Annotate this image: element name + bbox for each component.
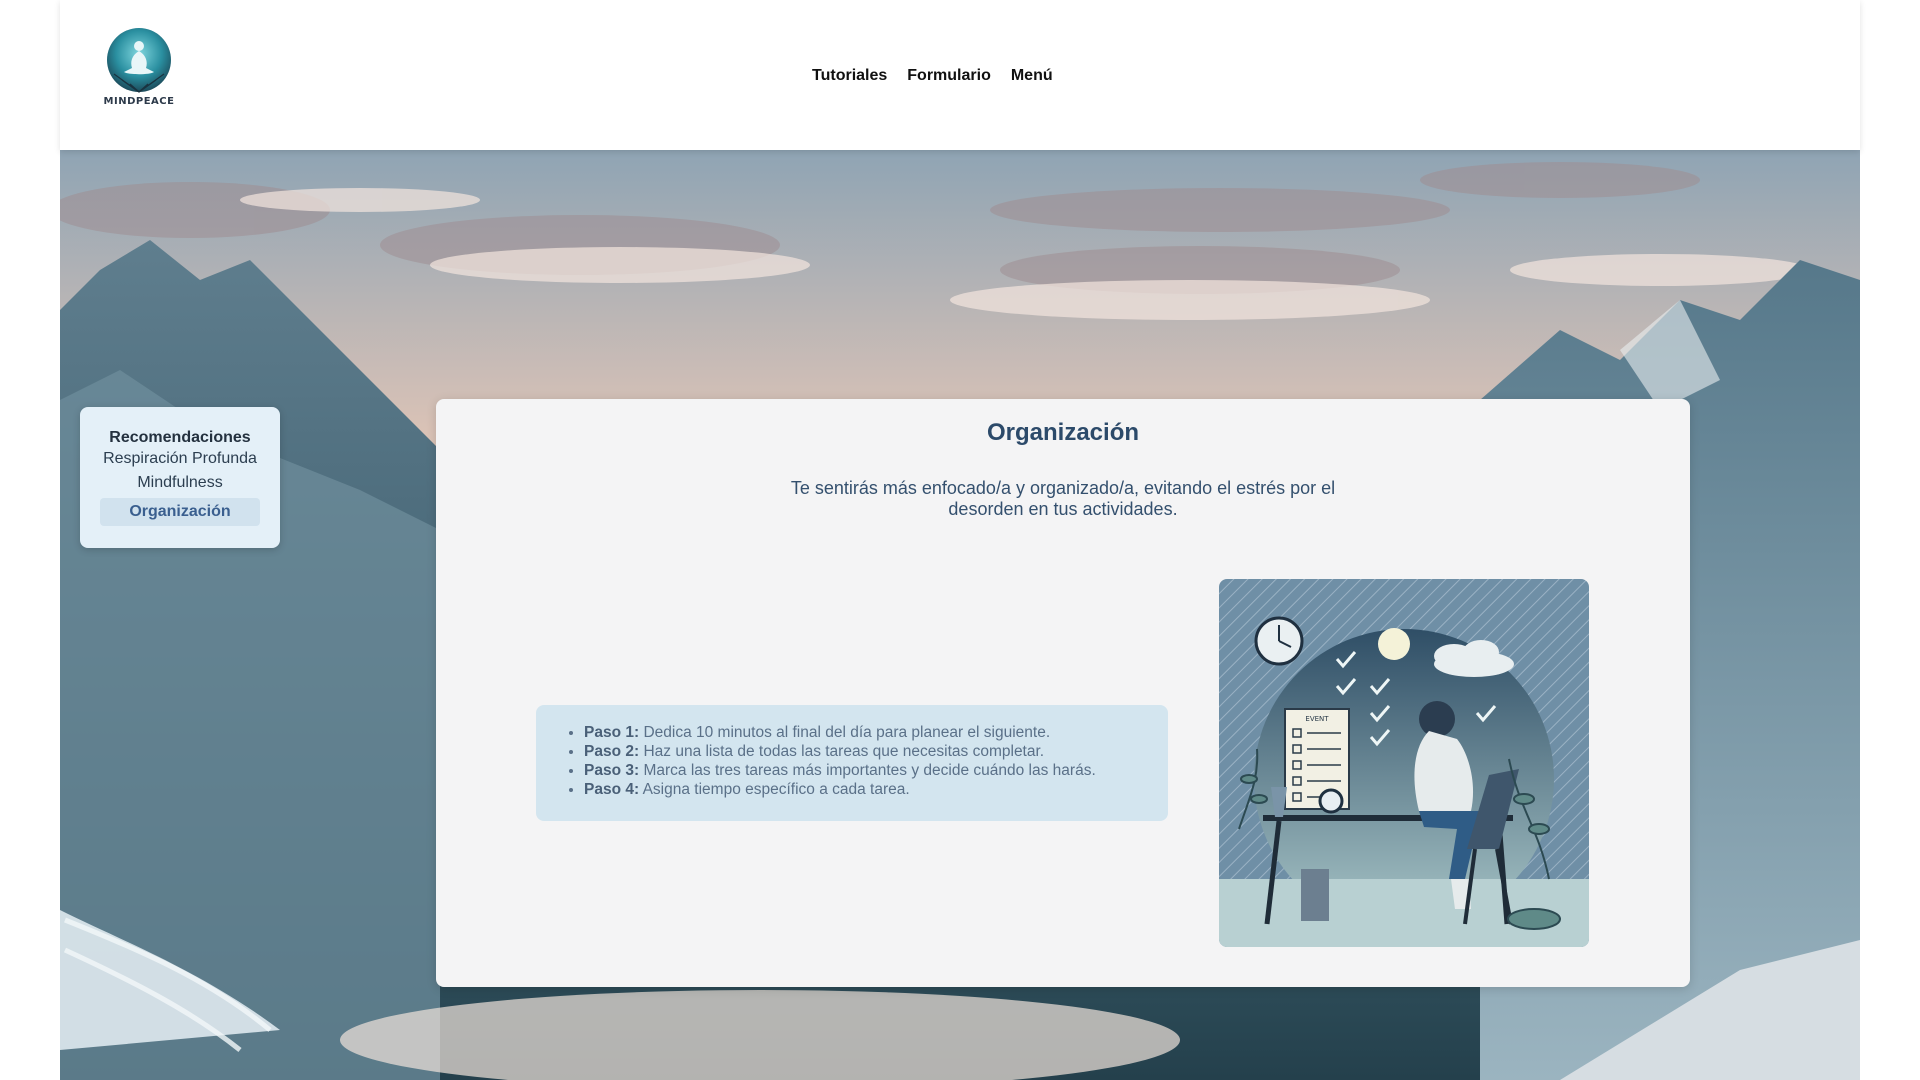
step-label: Paso 2: (584, 743, 640, 760)
content-card: Organización Te sentirás más enfocado/a … (436, 399, 1690, 987)
sidebar-item-mindfulness[interactable]: Mindfulness (80, 471, 280, 495)
nav-formulario[interactable]: Formulario (907, 67, 991, 85)
step-text: Marca las tres tareas más importantes y … (643, 762, 1096, 779)
main-nav: Tutoriales Formulario Menú (812, 67, 1053, 85)
steps-list: Paso 1: Dedica 10 minutos al final del d… (584, 723, 1168, 799)
step-label: Paso 3: (584, 762, 640, 779)
nav-menu[interactable]: Menú (1011, 67, 1053, 85)
site-header: MINDPEACE Tutoriales Formulario Menú (60, 0, 1860, 150)
board-heading: EVENT (1305, 715, 1329, 723)
step-text: Dedica 10 minutos al final del día para … (643, 724, 1051, 741)
page-description: Te sentirás más enfocado/a y organizado/… (790, 478, 1336, 519)
organization-illustration: EVENT (1219, 579, 1589, 947)
step-item: Paso 1: Dedica 10 minutos al final del d… (584, 723, 1168, 742)
step-item: Paso 3: Marca las tres tareas más import… (584, 761, 1168, 780)
steps-box: Paso 1: Dedica 10 minutos al final del d… (536, 705, 1168, 821)
step-item: Paso 4: Asigna tiempo específico a cada … (584, 780, 1168, 799)
step-label: Paso 1: (584, 724, 640, 741)
nav-tutoriales[interactable]: Tutoriales (812, 67, 887, 85)
step-item: Paso 2: Haz una lista de todas las tarea… (584, 742, 1168, 761)
brand-name: MINDPEACE (103, 96, 175, 107)
sidebar-item-organizacion[interactable]: Organización (100, 498, 260, 526)
sidebar-item-respiracion[interactable]: Respiración Profunda (80, 447, 280, 471)
page-title: Organización (986, 419, 1140, 446)
recommendations-sidebar: Recomendaciones Respiración Profunda Min… (80, 407, 280, 548)
sidebar-title: Recomendaciones (109, 429, 251, 446)
step-text: Asigna tiempo específico a cada tarea. (642, 781, 910, 798)
mindpeace-logo[interactable]: MINDPEACE (94, 22, 184, 114)
step-text: Haz una lista de todas las tareas que ne… (643, 743, 1045, 760)
meditation-logo-icon (107, 28, 171, 93)
page-frame: MINDPEACE Tutoriales Formulario Menú Rec… (60, 0, 1860, 1080)
step-label: Paso 4: (584, 781, 640, 798)
